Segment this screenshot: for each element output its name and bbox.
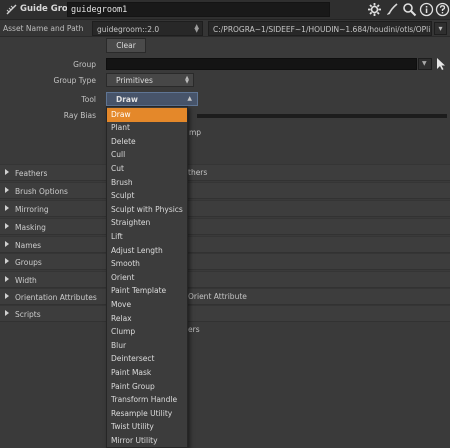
asset-path-field[interactable]: C:/PROGRA~1/SIDEEF~1/HOUDIN~1.684/houdin…	[208, 21, 432, 36]
folder-label: Mirroring	[15, 204, 49, 214]
tool-menu-item-plant[interactable]: Plant	[107, 122, 187, 136]
help-icon[interactable]	[435, 2, 450, 17]
expand-triangle-icon	[5, 187, 9, 193]
group-type-value: Primitives	[116, 76, 153, 85]
tool-menu-item-transform-handle[interactable]: Transform Handle	[107, 394, 187, 408]
clear-button[interactable]: Clear	[106, 38, 146, 53]
tool-select[interactable]: Draw ▲	[106, 92, 198, 106]
asset-name-value: guidegroom::2.0	[97, 25, 160, 34]
tool-menu-item-resample-utility[interactable]: Resample Utility	[107, 407, 187, 421]
tool-menu-item-straighten[interactable]: Straighten	[107, 217, 187, 231]
asset-bar: Asset Name and Path guidegroom::2.0 ▲ ▼ C…	[0, 20, 450, 37]
folder-label: Names	[15, 240, 42, 250]
group-field[interactable]	[106, 58, 417, 70]
folder-brush-options[interactable]: Brush Options	[0, 182, 450, 199]
ray-bias-label: Ray Bias	[63, 111, 96, 120]
tool-dropdown-menu: Draw Plant Delete Cull Cut Brush Sculpt Sculpt …	[106, 106, 188, 448]
updown-arrows-icon: ▲ ▼	[194, 23, 199, 34]
tool-menu-item-lift[interactable]: Lift	[107, 230, 187, 244]
folder-label: Brush Options	[15, 186, 68, 196]
node-name-field[interactable]: guidegroom1	[67, 2, 330, 17]
ray-bias-slider[interactable]	[197, 114, 447, 118]
tool-menu-item-relax[interactable]: Relax	[107, 312, 187, 326]
tool-menu-item-cull[interactable]: Cull	[107, 149, 187, 163]
tool-menu-item-sculpt[interactable]: Sculpt	[107, 190, 187, 204]
folder-mirroring[interactable]: Mirroring	[0, 200, 450, 217]
tool-menu-item-delete[interactable]: Delete	[107, 135, 187, 149]
tool-menu-item-smooth[interactable]: Smooth	[107, 258, 187, 272]
folder-label: Masking	[15, 222, 46, 232]
group-menu-button[interactable]: ▼	[418, 58, 432, 70]
gear-icon[interactable]	[367, 2, 382, 17]
dropdown-arrow-icon: ▾	[438, 24, 443, 33]
group-label: Group	[73, 60, 96, 69]
folder-groups[interactable]: Groups	[0, 253, 450, 270]
tool-menu-item-blur[interactable]: Blur	[107, 339, 187, 353]
tool-menu-item-deintersect[interactable]: Deintersect	[107, 353, 187, 367]
asset-path-value: C:/PROGRA~1/SIDEEF~1/HOUDIN~1.684/houdin…	[213, 25, 431, 34]
tool-menu-item-adjust-length[interactable]: Adjust Length	[107, 244, 187, 258]
expand-triangle-icon	[5, 310, 9, 316]
expand-triangle-icon	[5, 241, 9, 247]
folder-width[interactable]: Width	[0, 271, 450, 288]
brush-icon[interactable]	[385, 2, 400, 17]
tool-menu-item-mirror-utility[interactable]: Mirror Utility	[107, 434, 187, 448]
tool-menu-item-twist-utility[interactable]: Twist Utility	[107, 421, 187, 435]
expand-triangle-icon	[5, 169, 9, 175]
folder-label: Feathers	[15, 168, 48, 178]
tool-menu-item-paint-mask[interactable]: Paint Mask	[107, 366, 187, 380]
folder-names[interactable]: Names	[0, 236, 450, 253]
asset-name-select[interactable]: guidegroom::2.0 ▲ ▼	[92, 21, 203, 36]
expand-triangle-icon	[5, 293, 9, 299]
tool-menu-item-brush[interactable]: Brush	[107, 176, 187, 190]
hidden-param-text: mp	[189, 128, 202, 137]
folder-label: Scripts	[15, 309, 41, 319]
folder-masking[interactable]: Masking	[0, 218, 450, 235]
tool-label: Tool	[81, 95, 96, 104]
folder-label: Orientation Attributes	[15, 292, 97, 302]
tool-menu-item-move[interactable]: Move	[107, 298, 187, 312]
expand-triangle-icon	[5, 258, 9, 264]
tool-menu-item-orient[interactable]: Orient	[107, 271, 187, 285]
group-type-label: Group Type	[53, 76, 96, 85]
expand-triangle-icon	[5, 223, 9, 229]
folder-label: Groups	[15, 257, 42, 267]
dropdown-arrow-icon: ▼	[422, 60, 427, 67]
tool-menu-item-paint-template[interactable]: Paint Template	[107, 285, 187, 299]
tool-menu-item-draw[interactable]: Draw	[107, 108, 187, 122]
hidden-param-text: Orient Attribute	[188, 292, 247, 301]
expand-triangle-icon	[5, 205, 9, 211]
dropdown-arrow-icon: ▲	[187, 95, 192, 102]
tool-menu-item-cut[interactable]: Cut	[107, 162, 187, 176]
folder-feathers[interactable]: Feathers	[0, 164, 450, 181]
tool-menu-item-sculpt-with-physics[interactable]: Sculpt with Physics	[107, 203, 187, 217]
folder-label: Width	[15, 275, 37, 285]
node-header-bar: Guide Groom guidegroom1	[0, 0, 450, 20]
info-icon[interactable]	[419, 2, 434, 17]
search-icon[interactable]	[402, 2, 417, 17]
selection-arrow-icon[interactable]	[436, 57, 446, 71]
folder-scripts[interactable]: Scripts	[0, 305, 450, 322]
tool-value: Draw	[116, 95, 138, 104]
updown-arrows-icon: ▲ ▼	[185, 75, 189, 85]
hidden-param-text: thers	[188, 168, 208, 177]
comb-icon	[6, 4, 17, 15]
hidden-param-text: ers	[188, 325, 200, 334]
expand-triangle-icon	[5, 276, 9, 282]
tool-menu-item-paint-group[interactable]: Paint Group	[107, 380, 187, 394]
tool-menu-item-clump[interactable]: Clump	[107, 326, 187, 340]
group-type-select[interactable]: Primitives ▲ ▼	[106, 73, 194, 87]
asset-menu-button[interactable]: ▾	[434, 22, 447, 35]
asset-label: Asset Name and Path	[3, 24, 84, 33]
